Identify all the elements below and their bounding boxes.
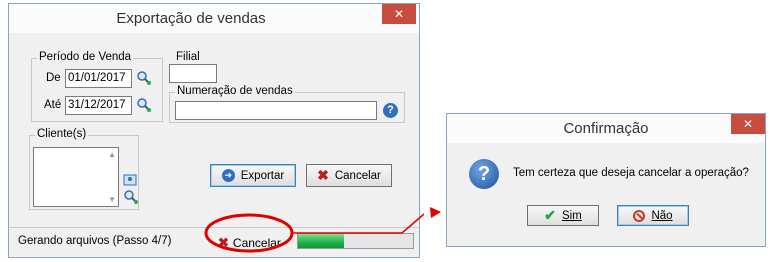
filial-input[interactable] [169,64,217,83]
client-card-icon[interactable] [123,173,137,190]
cancelar-button[interactable]: ✖ Cancelar [306,164,392,187]
numeracao-group: Numeração de vendas ? [169,85,405,123]
clientes-group: Cliente(s) ▲ ▼ [29,128,139,210]
ate-date-input[interactable]: 31/12/2017 [65,96,132,115]
no-entry-icon [633,209,646,222]
de-label: De [46,72,61,84]
progress-fill [298,234,344,248]
export-arrow-icon: ➜ [221,169,235,182]
yes-label: Sim [561,209,582,222]
cancelar-label: Cancelar [334,169,381,182]
yes-button[interactable]: ✔ Sim [527,205,599,226]
status-bar: Gerando arquivos (Passo 4/7) ✖ Cancelar [10,227,418,256]
periodo-group-label: Período de Venda [37,51,134,63]
exportar-label: Exportar [240,169,285,182]
confirm-title: Confirmação [563,120,649,137]
de-date-input[interactable]: 01/01/2017 [65,69,132,88]
no-button[interactable]: Não [617,205,689,226]
progress-bar [297,233,414,249]
cancel-x-icon: ✖ [218,234,229,250]
cancel-x-icon: ✖ [317,167,329,183]
help-icon[interactable]: ? [383,103,398,118]
question-icon: ? [469,159,499,189]
clientes-listbox[interactable]: ▲ ▼ [33,147,119,207]
status-cancel-button[interactable]: ✖ Cancelar [218,233,294,252]
export-close-button[interactable]: ✕ [382,4,416,24]
export-window: Exportação de vendas ✕ Período de Venda … [8,3,420,258]
scroll-down-icon[interactable]: ▼ [108,195,116,204]
confirm-close-button[interactable]: ✕ [731,114,765,134]
numeracao-input[interactable] [175,101,377,120]
connector-arrowhead [430,207,441,218]
no-label: Não [651,209,673,222]
export-titlebar: Exportação de vendas ✕ [9,4,419,33]
periodo-group: Período de Venda De 01/01/2017 Até 31/12… [31,51,163,122]
exportar-button[interactable]: ➜ Exportar [210,164,296,187]
confirm-titlebar: Confirmação ✕ [447,114,765,143]
client-search-icon[interactable] [123,189,139,208]
ate-label: Até [44,99,62,111]
status-cancel-label: Cancelar [232,235,281,250]
scroll-up-icon[interactable]: ▲ [108,150,116,159]
clientes-label: Cliente(s) [35,128,89,140]
status-text: Gerando arquivos (Passo 4/7) [18,235,172,247]
confirm-message: Tem certeza que deseja cancelar a operaç… [513,167,749,179]
filial-label: Filial [176,51,200,63]
confirm-dialog: Confirmação ✕ ? Tem certeza que deseja c… [446,113,766,247]
date-search-icon[interactable] [136,70,152,89]
date-search-icon[interactable] [136,97,152,116]
checkmark-icon: ✔ [544,207,556,223]
numeracao-label: Numeração de vendas [175,85,295,97]
export-title: Exportação de vendas [116,10,266,27]
